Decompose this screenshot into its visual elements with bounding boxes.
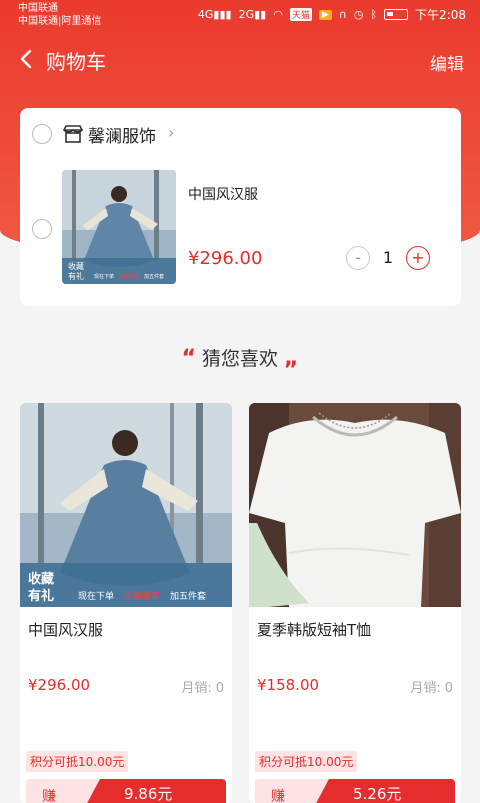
back-arrow-icon[interactable] <box>16 48 38 70</box>
quote-open: “ <box>181 346 196 371</box>
cart-item-image[interactable]: 收藏 有礼 现在下单 送换装套 加五件套 <box>62 170 176 284</box>
cart-item-title[interactable]: 中国风汉服 <box>188 184 258 204</box>
quantity-value: 1 <box>382 248 394 267</box>
sales-number: 0 <box>444 681 453 696</box>
promo-c: 加五件套 <box>144 273 164 280</box>
promo-b: 送换装套 <box>119 273 139 280</box>
sales-label: 月销: <box>181 681 212 696</box>
badge-line2-large: 有礼 <box>28 588 54 604</box>
top-nav: 购物车 编辑 <box>0 30 480 90</box>
signal-4g-icon: 4G▮▮▮ <box>197 8 232 21</box>
recommend-price: ¥158.00 <box>257 676 320 694</box>
earn-button[interactable]: 赚 5.26元 <box>255 779 455 803</box>
quote-close: „ <box>284 346 299 371</box>
points-badge: 积分可抵10.00元 <box>26 751 129 772</box>
recommend-title: 猜您喜欢 <box>201 348 278 370</box>
status-time: 下午2:08 <box>415 8 466 22</box>
status-bar: 中国联通 中国联通|阿里通信 4G▮▮▮ 2G▮▮ ◠ 天猫 ▶ ∩ ◷ ᛒ 下… <box>0 0 480 30</box>
recommend-image[interactable]: 收藏 有礼 现在下单 送换装套 加五件套 <box>20 403 232 607</box>
tmall-app-icon: 天猫 <box>289 8 312 21</box>
alarm-icon: ◷ <box>353 8 364 21</box>
cart-item-price: ¥296.00 <box>188 248 263 269</box>
promo-c-large: 加五件套 <box>170 590 206 602</box>
recommend-title[interactable]: 夏季韩版短袖T恤 <box>257 619 371 640</box>
decrease-quantity-button[interactable]: - <box>346 246 370 270</box>
badge-line1: 收藏 <box>68 261 84 271</box>
recommend-heading: “ 猜您喜欢 „ <box>0 344 480 371</box>
headset-icon: ∩ <box>338 8 347 21</box>
earn-value: 9.86元 <box>84 779 226 803</box>
carrier-secondary: 中国联通|阿里通信 <box>18 16 102 27</box>
promo-a: 现在下单 <box>94 273 114 280</box>
chevron-right-icon[interactable]: › <box>168 123 174 142</box>
recommend-price: ¥296.00 <box>28 676 91 694</box>
recommend-sales: 月销: 0 <box>410 677 453 696</box>
recommend-image[interactable] <box>249 403 461 607</box>
cart-shop-card: 馨澜服饰 › 收藏 有礼 现在下单 送换装套 加五件套 中国风汉服 ¥296.0… <box>20 108 461 306</box>
shop-name[interactable]: 馨澜服饰 <box>88 122 156 147</box>
page-title: 购物车 <box>46 50 106 74</box>
wifi-icon: ◠ <box>273 8 283 21</box>
promo-b-large: 送换装套 <box>124 590 160 602</box>
badge-line2: 有礼 <box>68 271 84 281</box>
sales-number: 0 <box>215 681 224 696</box>
edit-button[interactable]: 编辑 <box>430 50 464 75</box>
earn-label: 赚 <box>271 789 285 803</box>
video-app-icon: ▶ <box>318 9 332 20</box>
earn-button[interactable]: 赚 9.86元 <box>26 779 226 803</box>
tshirt-photo <box>249 403 461 607</box>
recommend-sales: 月销: 0 <box>181 677 224 696</box>
sales-label: 月销: <box>410 681 441 696</box>
item-select-checkbox[interactable] <box>32 219 52 239</box>
promo-a-large: 现在下单 <box>78 590 114 602</box>
recommend-card[interactable]: 夏季韩版短袖T恤 ¥158.00 月销: 0 积分可抵10.00元 赚 5.26元 <box>249 403 461 803</box>
increase-quantity-button[interactable]: + <box>406 246 430 270</box>
earn-label: 赚 <box>42 789 56 803</box>
recommend-title[interactable]: 中国风汉服 <box>28 619 103 640</box>
bluetooth-icon: ᛒ <box>370 8 378 21</box>
battery-icon <box>384 9 409 20</box>
points-badge: 积分可抵10.00元 <box>255 751 358 772</box>
store-icon <box>63 125 83 143</box>
carrier-info: 中国联通 中国联通|阿里通信 <box>18 2 101 28</box>
shop-select-checkbox[interactable] <box>32 124 52 144</box>
status-icons: 4G▮▮▮ 2G▮▮ ◠ 天猫 ▶ ∩ ◷ ᛒ 下午2:08 <box>198 6 466 23</box>
badge-line1-large: 收藏 <box>28 571 54 587</box>
recommend-card[interactable]: 收藏 有礼 现在下单 送换装套 加五件套 中国风汉服 ¥296.00 月销: 0 … <box>20 403 232 803</box>
carrier-primary: 中国联通 <box>18 3 58 14</box>
earn-value: 5.26元 <box>313 779 455 803</box>
hanfu-photo-large: 收藏 有礼 现在下单 送换装套 加五件套 <box>20 403 232 607</box>
signal-2g-icon: 2G▮▮ <box>238 8 267 21</box>
hanfu-photo: 收藏 有礼 现在下单 送换装套 加五件套 <box>62 170 176 284</box>
